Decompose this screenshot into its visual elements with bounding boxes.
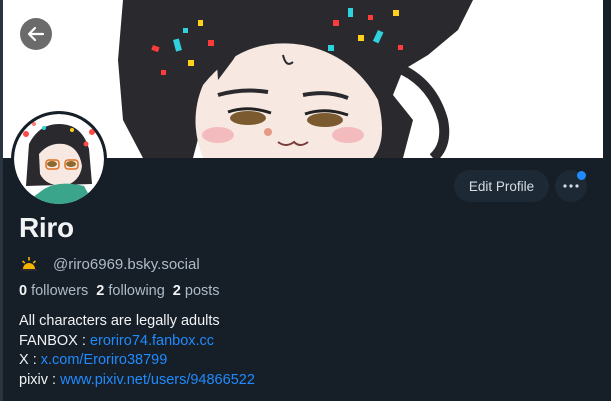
profile-handle: @riro6969.bsky.social bbox=[53, 255, 200, 273]
fanbox-link[interactable]: eroriro74.fanbox.cc bbox=[90, 333, 214, 349]
profile-page: Edit Profile Riro @riro6969.bsky.social … bbox=[0, 0, 611, 401]
posts-label: posts bbox=[184, 283, 220, 299]
posts-count: 2 bbox=[172, 283, 181, 299]
avatar-image bbox=[14, 114, 104, 204]
arrow-left-icon bbox=[27, 26, 45, 42]
sunrise-icon bbox=[21, 257, 37, 271]
pixiv-link[interactable]: www.pixiv.net/users/94866522 bbox=[60, 372, 255, 388]
x-link[interactable]: x.com/Eroriro38799 bbox=[41, 352, 168, 368]
back-button[interactable] bbox=[20, 18, 52, 50]
followers-count: 0 bbox=[19, 283, 28, 299]
fanbox-label: FANBOX : bbox=[19, 332, 90, 349]
following-count: 2 bbox=[96, 283, 105, 299]
following-stat[interactable]: 2 following bbox=[96, 283, 165, 299]
handle-row: @riro6969.bsky.social bbox=[19, 254, 200, 274]
ellipsis-icon bbox=[563, 184, 579, 188]
bio-pixiv-line: pixiv : www.pixiv.net/users/94866522 bbox=[19, 371, 255, 391]
bio-fanbox-line: FANBOX : eroriro74.fanbox.cc bbox=[19, 332, 255, 352]
x-label: X : bbox=[19, 352, 41, 368]
profile-stats: 0 followers 2 following 2 posts bbox=[19, 283, 220, 299]
bio-x-line: X : x.com/Eroriro38799 bbox=[19, 351, 255, 371]
display-name: Riro bbox=[19, 212, 74, 243]
followers-label: followers bbox=[31, 283, 89, 299]
followers-stat[interactable]: 0 followers bbox=[19, 283, 88, 299]
profile-bio: All characters are legally adults FANBOX… bbox=[19, 312, 255, 390]
notification-dot bbox=[577, 171, 586, 180]
pixiv-label: pixiv : bbox=[19, 371, 61, 388]
edit-profile-button[interactable]: Edit Profile bbox=[454, 170, 549, 202]
posts-stat: 2 posts bbox=[173, 283, 220, 299]
bio-line-1: All characters are legally adults bbox=[19, 313, 220, 329]
following-label: following bbox=[108, 283, 165, 299]
avatar[interactable] bbox=[11, 111, 107, 207]
